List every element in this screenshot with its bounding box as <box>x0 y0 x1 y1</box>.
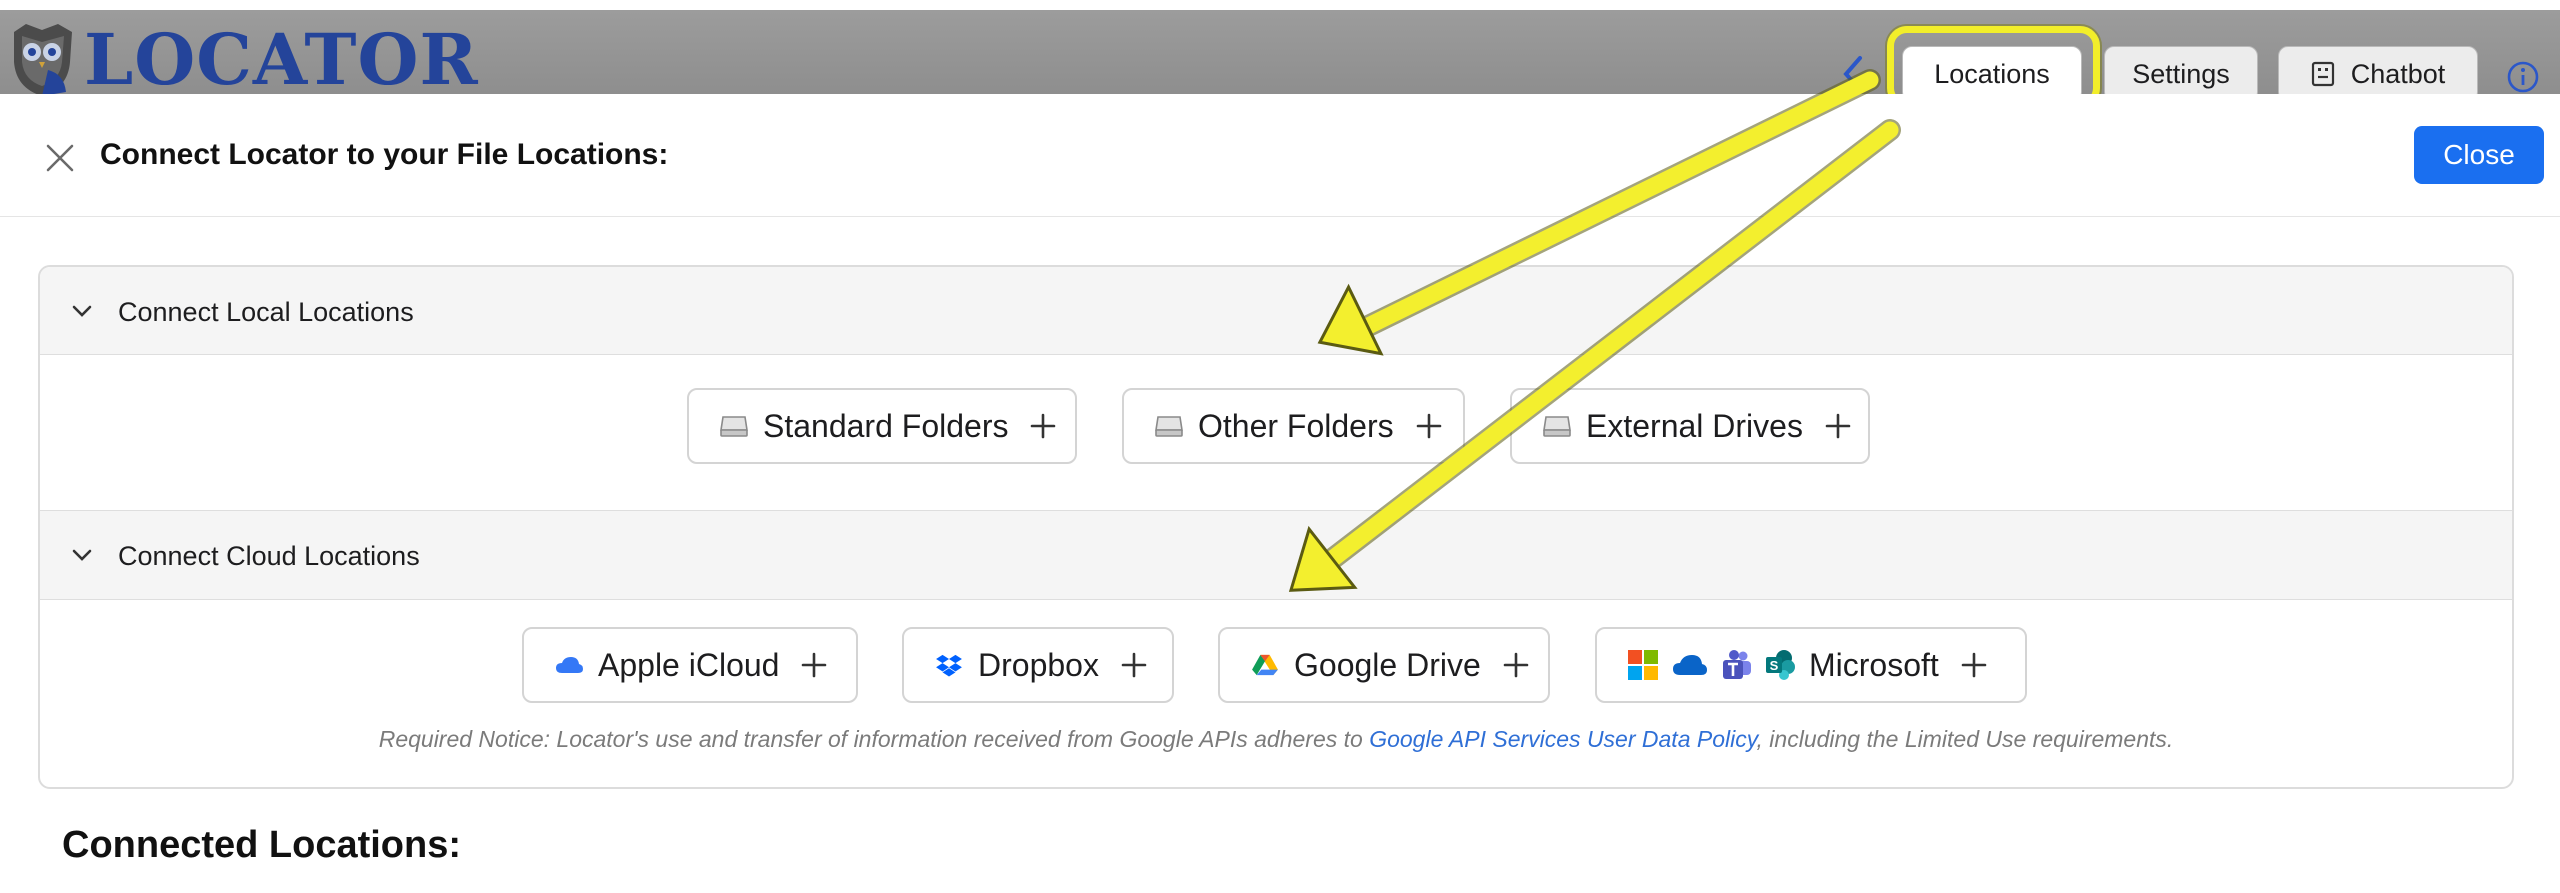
notice-suffix: , including the Limited Use requirements… <box>1756 726 2174 752</box>
plus-icon <box>1961 652 1987 678</box>
drive-icon <box>720 416 748 437</box>
plus-icon <box>1031 413 1056 439</box>
plus-icon <box>1503 652 1529 678</box>
svg-text:S: S <box>1770 658 1779 673</box>
chevron-down-icon <box>72 305 92 317</box>
top-bar: LOCATOR Locations Settings Chatbot <box>0 10 2560 102</box>
modal-header: Connect Locator to your File Locations: … <box>0 94 2560 217</box>
close-icon[interactable] <box>44 142 76 174</box>
chevron-down-icon <box>72 549 92 561</box>
google-drive-label: Google Drive <box>1294 646 1481 683</box>
drive-icon <box>1543 416 1571 437</box>
apple-icloud-label: Apple iCloud <box>598 646 780 683</box>
plus-icon <box>1416 413 1441 439</box>
plus-icon <box>802 652 827 678</box>
dropbox-label: Dropbox <box>978 646 1099 683</box>
modal-title: Connect Locator to your File Locations: <box>100 138 669 171</box>
drive-icon <box>1155 416 1183 437</box>
local-locations-label: Connect Local Locations <box>118 297 414 327</box>
microsoft-icon <box>1628 650 1658 680</box>
google-api-notice: Required Notice: Locator's use and trans… <box>40 726 2512 753</box>
close-button[interactable]: Close <box>2414 126 2544 184</box>
microsoft-button[interactable]: S Microsoft <box>1595 627 2027 703</box>
onedrive-icon <box>1673 655 1707 675</box>
tab-settings-label: Settings <box>2132 58 2230 89</box>
dropbox-icon <box>936 654 962 677</box>
other-folders-button[interactable]: Other Folders <box>1122 388 1465 464</box>
cloud-locations-header[interactable]: Connect Cloud Locations <box>40 510 2512 600</box>
sharepoint-icon: S <box>1766 650 1795 680</box>
locations-panel: Connect Local Locations Standard Folders… <box>38 265 2514 789</box>
dropbox-button[interactable]: Dropbox <box>902 627 1174 703</box>
chatbot-icon <box>2311 61 2334 87</box>
local-locations-header[interactable]: Connect Local Locations <box>40 267 2512 355</box>
icloud-icon <box>556 657 583 673</box>
external-drives-label: External Drives <box>1586 407 1803 444</box>
google-drive-icon <box>1252 654 1278 676</box>
chevron-left-icon[interactable] <box>1838 50 1868 98</box>
microsoft-label: Microsoft <box>1809 646 1939 683</box>
apple-icloud-button[interactable]: Apple iCloud <box>522 627 858 703</box>
connected-locations-heading: Connected Locations: <box>62 824 462 866</box>
cloud-locations-label: Connect Cloud Locations <box>118 541 420 571</box>
owl-logo-icon <box>14 24 72 96</box>
standard-folders-label: Standard Folders <box>763 407 1009 444</box>
plus-icon <box>1825 413 1851 439</box>
teams-icon <box>1723 650 1751 679</box>
notice-prefix: Required Notice: Locator's use and trans… <box>378 726 1370 752</box>
other-folders-label: Other Folders <box>1198 407 1394 444</box>
app-logo-text: LOCATOR <box>84 18 479 101</box>
tab-chatbot-label: Chatbot <box>2350 58 2446 89</box>
app-logo: LOCATOR <box>8 18 479 102</box>
plus-icon <box>1121 652 1147 678</box>
google-api-policy-link[interactable]: Google API Services User Data Policy <box>1369 726 1756 752</box>
standard-folders-button[interactable]: Standard Folders <box>687 388 1077 464</box>
google-drive-button[interactable]: Google Drive <box>1218 627 1550 703</box>
info-icon[interactable] <box>2506 60 2540 94</box>
external-drives-button[interactable]: External Drives <box>1510 388 1870 464</box>
